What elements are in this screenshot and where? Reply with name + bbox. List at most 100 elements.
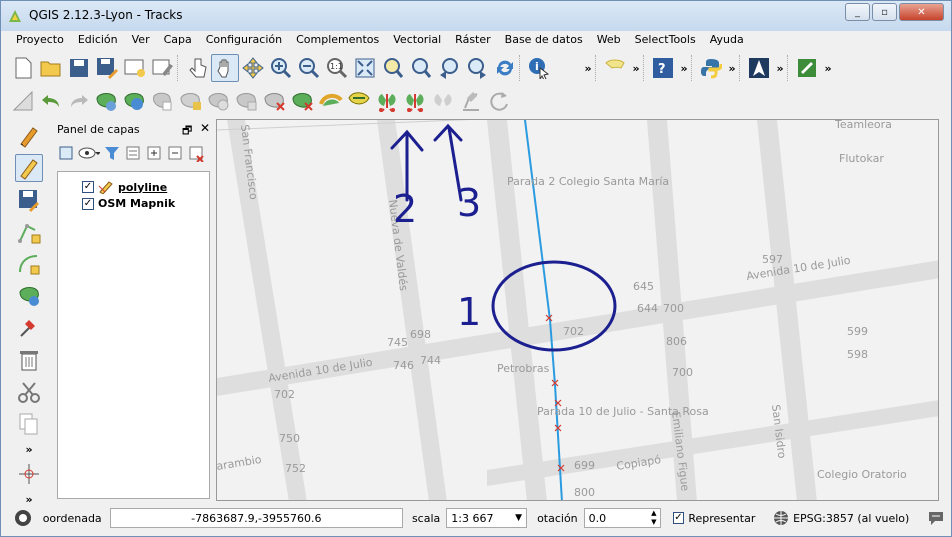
zoom-in-icon[interactable]	[267, 54, 295, 82]
menu-ráster[interactable]: Ráster	[448, 31, 497, 49]
refresh-icon[interactable]	[491, 54, 519, 82]
expand-all-icon[interactable]	[145, 144, 163, 162]
render-checkbox[interactable]: ✓	[672, 512, 685, 524]
close-button[interactable]: ✕	[899, 3, 944, 21]
move-feature-icon[interactable]	[15, 282, 43, 310]
menu-edición[interactable]: Edición	[71, 31, 125, 49]
merge-features-icon[interactable]	[345, 87, 373, 115]
cad-tools-icon[interactable]	[15, 460, 43, 488]
add-part-icon[interactable]	[149, 87, 177, 115]
zoom-next-icon[interactable]	[463, 54, 491, 82]
save-edits-icon[interactable]	[15, 186, 43, 214]
menu-ayuda[interactable]: Ayuda	[703, 31, 751, 49]
layer-visibility-checkbox[interactable]: ✓	[82, 181, 94, 193]
menu-configuración[interactable]: Configuración	[199, 31, 289, 49]
add-group-icon[interactable]	[57, 144, 75, 162]
house-number: 702	[274, 388, 295, 401]
menu-complementos[interactable]: Complementos	[289, 31, 386, 49]
menu-vectorial[interactable]: Vectorial	[386, 31, 448, 49]
current-edits-icon[interactable]	[15, 122, 43, 150]
toggle-editing-icon[interactable]	[15, 154, 43, 182]
zoom-to-layer-icon[interactable]	[407, 54, 435, 82]
save-project-icon[interactable]	[65, 54, 93, 82]
add-circular-string-icon[interactable]	[15, 250, 43, 278]
layer-visibility-checkbox[interactable]: ✓	[82, 197, 94, 210]
filter-by-expression-icon[interactable]	[124, 144, 142, 162]
minimize-button[interactable]: _	[845, 3, 870, 21]
north-arrow-icon[interactable]	[745, 54, 773, 82]
map-canvas[interactable]: San Francisco Nueva de Valdés Avenida 10…	[216, 119, 939, 501]
zoom-last-icon[interactable]	[435, 54, 463, 82]
spin-arrows-icon[interactable]: ▲ ▼	[651, 509, 656, 527]
plugin-tool-icon[interactable]	[793, 54, 821, 82]
new-project-icon[interactable]	[9, 54, 37, 82]
messages-icon[interactable]	[13, 508, 33, 528]
split-parts-tool-icon[interactable]	[373, 87, 401, 115]
split-features-icon[interactable]	[317, 87, 345, 115]
add-ring-icon[interactable]	[121, 87, 149, 115]
snapping-icon[interactable]	[9, 87, 37, 115]
offset-curve-icon[interactable]	[289, 87, 317, 115]
toolbar-overflow-1[interactable]: »	[581, 62, 595, 75]
simplify-feature-icon[interactable]	[93, 87, 121, 115]
layer-item-osm-mapnik[interactable]: ✓ OSM Mapnik	[82, 197, 175, 210]
maximize-button[interactable]: ▫	[872, 3, 897, 21]
merge-attributes-tool-icon[interactable]	[401, 87, 429, 115]
delete-part-icon[interactable]	[233, 87, 261, 115]
python-console-icon[interactable]	[697, 54, 725, 82]
add-feature-icon[interactable]	[15, 218, 43, 246]
menu-base-de-datos[interactable]: Base de datos	[498, 31, 590, 49]
zoom-full-icon[interactable]	[351, 54, 379, 82]
layer-item-polyline[interactable]: ✓ polyline	[82, 180, 167, 194]
delete-ring-icon[interactable]	[205, 87, 233, 115]
copy-features-icon[interactable]	[15, 410, 43, 438]
remove-layer-icon[interactable]	[187, 144, 205, 162]
crs-globe-icon[interactable]	[773, 510, 789, 526]
zoom-out-icon[interactable]	[295, 54, 323, 82]
editing-pencil-icon	[98, 181, 113, 194]
float-panel-icon[interactable]: 🗗	[182, 122, 192, 141]
toolbar-overflow-3[interactable]: »	[677, 62, 691, 75]
node-tool-left-icon[interactable]	[15, 314, 43, 342]
menu-selecttools[interactable]: SelectTools	[628, 31, 703, 49]
zoom-native-icon[interactable]: 1:1	[323, 54, 351, 82]
node-tool-icon[interactable]	[457, 87, 485, 115]
pan-to-selection-icon[interactable]	[239, 54, 267, 82]
annotation-icon[interactable]	[601, 54, 629, 82]
toolbar-overflow-2[interactable]: »	[629, 62, 643, 75]
filter-legend-icon[interactable]	[103, 144, 121, 162]
open-project-icon[interactable]	[37, 54, 65, 82]
identify-features-icon[interactable]: i	[525, 54, 553, 82]
toolbar-overflow-5[interactable]: »	[773, 62, 787, 75]
left-toolbar-overflow[interactable]: »	[15, 442, 43, 456]
touch-zoom-icon[interactable]	[183, 54, 211, 82]
rotate-label-icon[interactable]	[485, 87, 513, 115]
log-messages-icon[interactable]	[927, 510, 945, 526]
rotation-spinbox[interactable]: 0.0 ▲ ▼	[583, 508, 661, 528]
toolbar-overflow-4[interactable]: »	[725, 62, 739, 75]
composer-manager-icon[interactable]	[149, 54, 177, 82]
new-print-composer-icon[interactable]	[121, 54, 149, 82]
collapse-all-icon[interactable]	[166, 144, 184, 162]
save-as-icon[interactable]	[93, 54, 121, 82]
reshape-features-icon[interactable]	[261, 87, 289, 115]
menu-capa[interactable]: Capa	[157, 31, 199, 49]
coordinate-field[interactable]: -7863687.9,-3955760.6	[109, 508, 403, 528]
menu-web[interactable]: Web	[590, 31, 628, 49]
help-icon[interactable]: ?	[649, 54, 677, 82]
undo-icon[interactable]	[37, 87, 65, 115]
manage-visibility-icon[interactable]	[78, 144, 100, 162]
delete-selected-icon[interactable]	[15, 346, 43, 374]
rotate-point-symbols-icon[interactable]	[429, 87, 457, 115]
close-panel-icon[interactable]: ✕	[200, 121, 210, 135]
cut-features-icon[interactable]	[15, 378, 43, 406]
fill-ring-icon[interactable]	[177, 87, 205, 115]
menu-proyecto[interactable]: Proyecto	[9, 31, 71, 49]
scale-combobox[interactable]: 1:3 667 ▼	[446, 508, 528, 528]
toolbar-overflow-6[interactable]: »	[821, 62, 835, 75]
pan-map-icon[interactable]	[211, 54, 239, 82]
crs-label[interactable]: EPSG:3857 (al vuelo)	[793, 512, 909, 525]
zoom-to-selection-icon[interactable]	[379, 54, 407, 82]
menu-ver[interactable]: Ver	[125, 31, 157, 49]
redo-icon[interactable]	[65, 87, 93, 115]
